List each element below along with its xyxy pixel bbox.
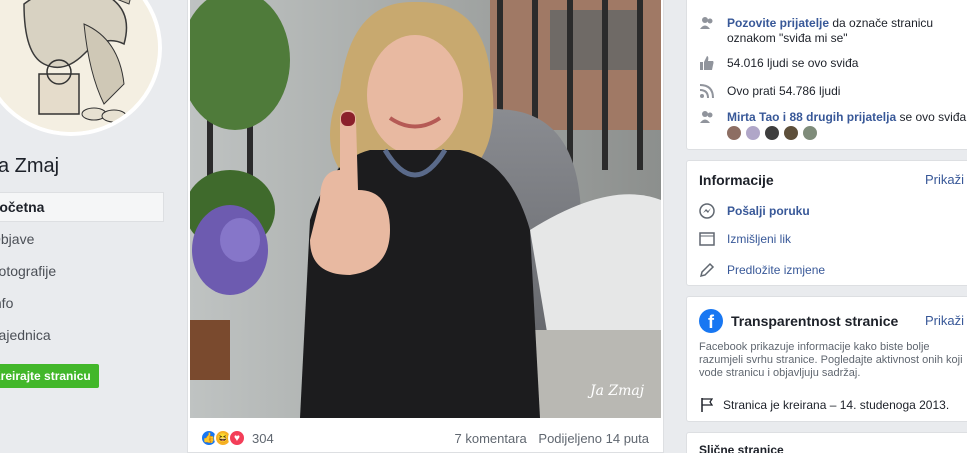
create-page-button[interactable]: Kreirajte stranicu bbox=[0, 364, 99, 388]
facebook-icon: f bbox=[699, 309, 723, 333]
created-date: Stranica je kreirana – 14. studenoga 201… bbox=[723, 398, 950, 412]
pencil-icon bbox=[699, 262, 715, 278]
friend-avatar[interactable] bbox=[803, 126, 817, 140]
invite-line2: oznakom "sviđa mi se" bbox=[727, 31, 848, 45]
page-avatar[interactable] bbox=[0, 0, 162, 136]
friend-avatar[interactable] bbox=[765, 126, 779, 140]
created-row: Stranica je kreirana – 14. studenoga 201… bbox=[699, 397, 949, 413]
messenger-icon bbox=[699, 203, 715, 219]
similar-pages-card: Slične stranice bbox=[686, 432, 967, 453]
friends-like-link[interactable]: Mirta Tao i 88 drugih prijatelja bbox=[727, 110, 896, 124]
transparency-show-more[interactable]: Prikaži više bbox=[925, 313, 967, 328]
friend-avatar[interactable] bbox=[746, 126, 760, 140]
friends-icon bbox=[699, 109, 715, 125]
friend-avatar[interactable] bbox=[727, 126, 741, 140]
love-reaction-icon: ♥ bbox=[228, 429, 246, 447]
suggest-row[interactable]: Predložite izmjene bbox=[699, 262, 825, 278]
nav-info[interactable]: Info bbox=[0, 288, 164, 320]
transparency-title: Transparentnost stranice bbox=[731, 313, 899, 329]
comments-count[interactable]: 7 komentara bbox=[455, 431, 527, 446]
nav-photos[interactable]: Fotografije bbox=[0, 256, 164, 288]
friend-avatar[interactable] bbox=[784, 126, 798, 140]
reactions[interactable]: 👍 😆 ♥ 304 bbox=[200, 429, 274, 447]
shares-count[interactable]: Podijeljeno 14 puta bbox=[538, 431, 649, 446]
invite-row: Pozovite prijatelje da označe stranicu bbox=[699, 15, 933, 31]
transparency-description: Facebook prikazuje informacije kako bist… bbox=[699, 341, 963, 379]
invite-friends-link[interactable]: Pozovite prijatelje bbox=[727, 16, 829, 30]
reaction-count[interactable]: 304 bbox=[252, 431, 274, 446]
category-row: Izmišljeni lik bbox=[699, 231, 791, 247]
send-message-link[interactable]: Pošalji poruku bbox=[727, 204, 810, 218]
post-card: Ja Zmaj 👍 😆 ♥ 304 7 komentara Podijeljen… bbox=[187, 0, 664, 453]
info-card: Informacije Prikaži sve Pošalji poruku I… bbox=[686, 160, 967, 286]
thumbs-up-icon bbox=[699, 55, 715, 71]
left-column: Ja Zmaj Početna Objave Fotografije Info … bbox=[0, 0, 174, 453]
page-nav: Početna Objave Fotografije Info Zajednic… bbox=[0, 192, 164, 352]
post-photo[interactable]: Ja Zmaj bbox=[190, 0, 661, 418]
friends-row: Mirta Tao i 88 drugih prijatelja se ovo … bbox=[699, 109, 967, 125]
page-title[interactable]: Ja Zmaj bbox=[0, 155, 59, 178]
nav-community[interactable]: Zajednica bbox=[0, 320, 164, 352]
info-show-all[interactable]: Prikaži sve bbox=[925, 172, 967, 187]
nav-home[interactable]: Početna bbox=[0, 192, 164, 222]
likes-count: 54.016 ljudi se ovo sviđa bbox=[727, 56, 859, 70]
friends-like-text: se ovo sviđa. bbox=[896, 110, 967, 124]
follows-count: Ovo prati 54.786 ljudi bbox=[727, 84, 841, 98]
photo-watermark: Ja Zmaj bbox=[587, 383, 645, 399]
suggest-edits-link[interactable]: Predložite izmjene bbox=[727, 263, 825, 277]
rss-icon bbox=[699, 83, 715, 99]
friend-avatars bbox=[727, 126, 822, 140]
category-link[interactable]: Izmišljeni lik bbox=[727, 232, 791, 246]
category-icon bbox=[699, 231, 715, 247]
follows-row: Ovo prati 54.786 ljudi bbox=[699, 83, 840, 99]
info-title: Informacije bbox=[699, 172, 774, 188]
invite-text: da označe stranicu bbox=[829, 16, 934, 30]
likes-row: 54.016 ljudi se ovo sviđa bbox=[699, 55, 858, 71]
post-stats: 7 komentara Podijeljeno 14 puta bbox=[455, 431, 649, 446]
invite-icon bbox=[699, 15, 715, 31]
message-row[interactable]: Pošalji poruku bbox=[699, 203, 810, 219]
invite-text-2: oznakom "sviđa mi se" bbox=[727, 31, 848, 45]
nav-posts[interactable]: Objave bbox=[0, 224, 164, 256]
transparency-card: f Transparentnost stranice Prikaži više … bbox=[686, 296, 967, 422]
flag-icon bbox=[699, 397, 715, 413]
community-card: Pozovite prijatelje da označe stranicu o… bbox=[686, 0, 967, 150]
similar-title: Slične stranice bbox=[699, 443, 784, 453]
